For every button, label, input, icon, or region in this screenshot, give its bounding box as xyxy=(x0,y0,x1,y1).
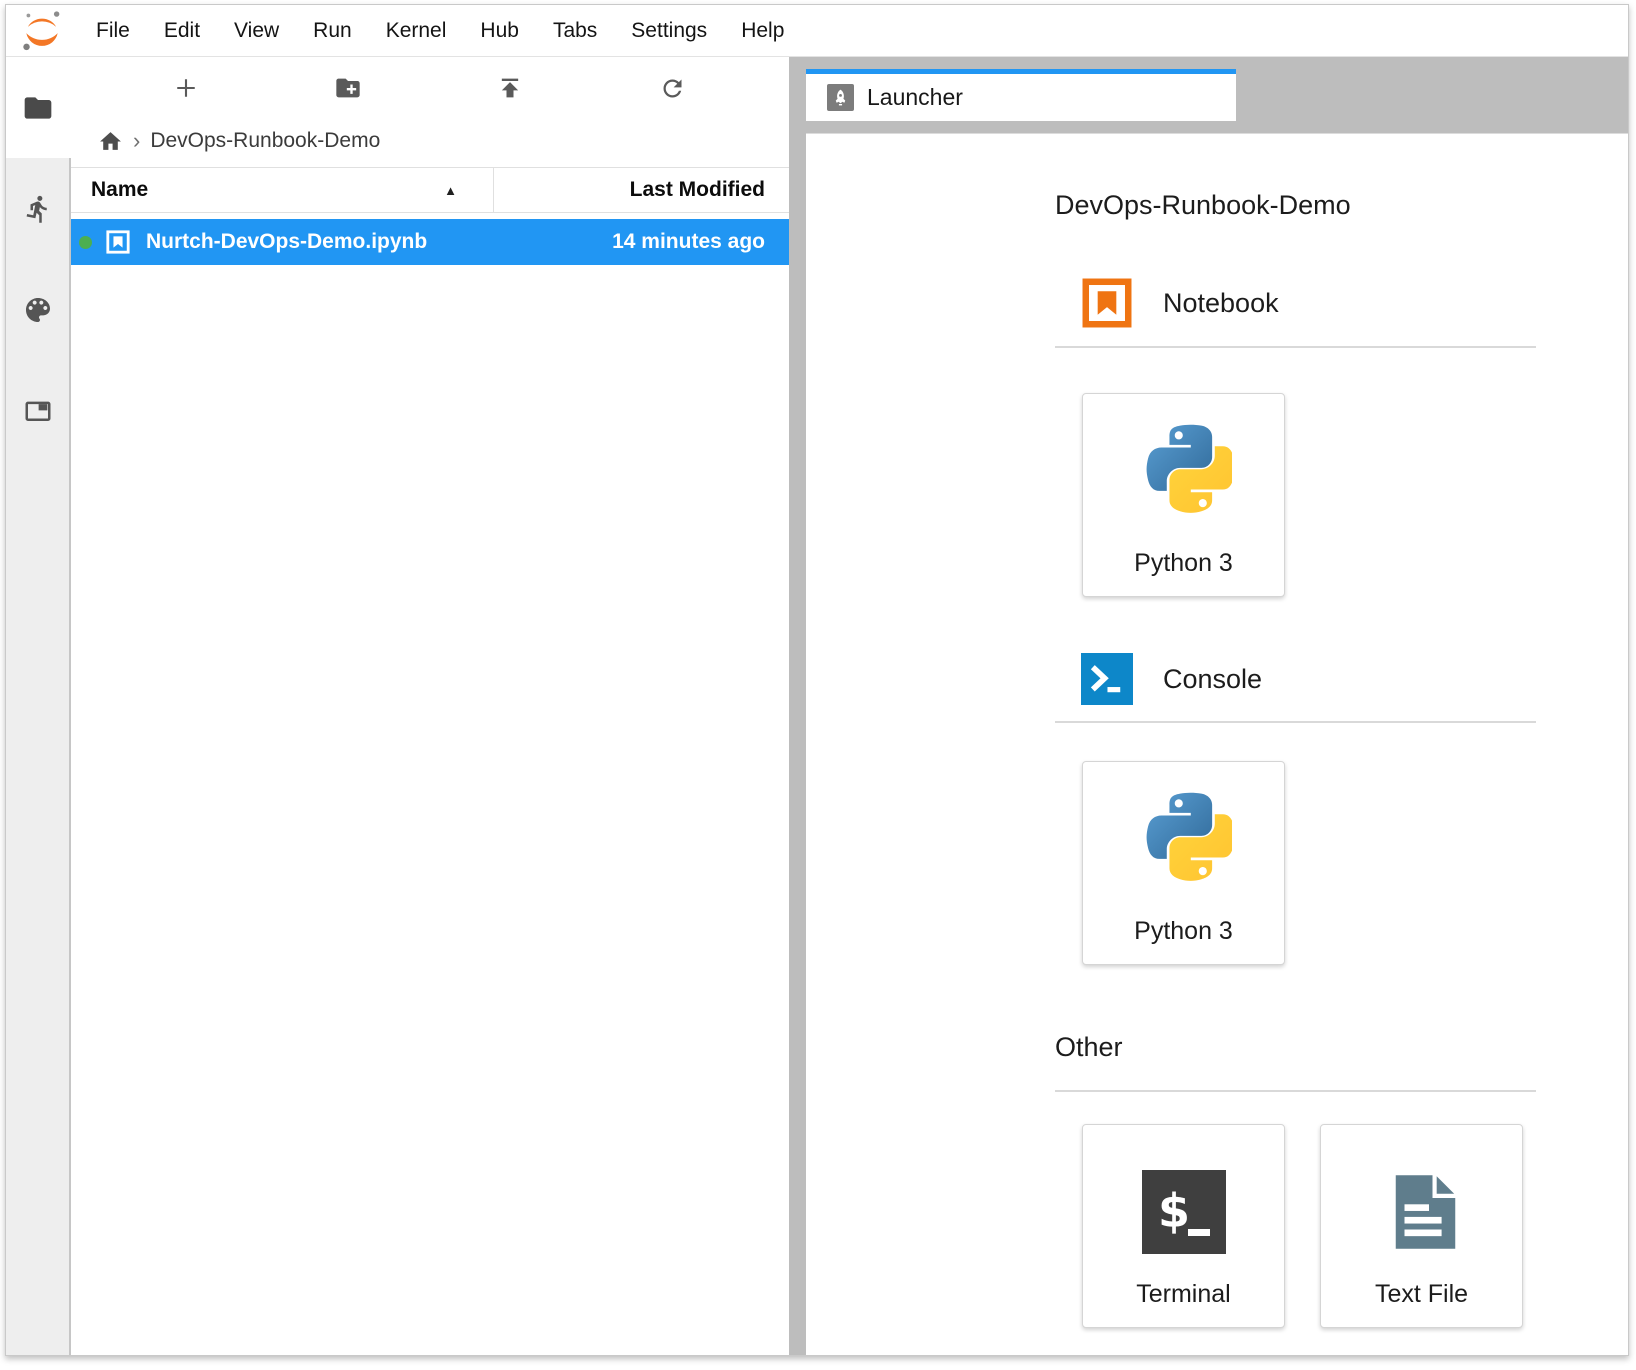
menu-tabs[interactable]: Tabs xyxy=(536,6,614,56)
menu-help[interactable]: Help xyxy=(724,6,801,56)
jupyter-logo-icon xyxy=(19,8,65,54)
tabs-icon xyxy=(23,396,53,426)
launcher-rocket-icon xyxy=(827,84,854,111)
palette-icon xyxy=(22,294,54,326)
menu-edit[interactable]: Edit xyxy=(147,6,217,56)
launcher-card-terminal[interactable]: $ Terminal xyxy=(1082,1124,1285,1328)
breadcrumb-folder[interactable]: DevOps-Runbook-Demo xyxy=(150,129,380,153)
plus-icon xyxy=(172,74,200,102)
menu-view[interactable]: View xyxy=(217,6,296,56)
breadcrumb: › DevOps-Runbook-Demo xyxy=(69,119,789,163)
section-divider xyxy=(1055,346,1536,348)
launcher-card-text-file[interactable]: Text File xyxy=(1320,1124,1523,1328)
notebook-icon xyxy=(1081,277,1133,329)
home-icon[interactable] xyxy=(98,129,123,154)
sidebar-divider xyxy=(69,158,71,1355)
launcher-cwd-title: DevOps-Runbook-Demo xyxy=(1055,186,1536,224)
sort-ascending-icon: ▲ xyxy=(444,183,493,198)
terminal-icon: $ xyxy=(1142,1170,1226,1254)
menu-bar: File Edit View Run Kernel Hub Tabs Setti… xyxy=(6,5,1628,57)
new-folder-button[interactable] xyxy=(267,74,429,102)
section-divider xyxy=(1055,721,1536,723)
sidebar-tab-open-tabs[interactable] xyxy=(6,360,69,461)
kernel-running-dot xyxy=(79,236,92,249)
file-browser-toolbar xyxy=(69,57,789,119)
dock-panel: Launcher DevOps-Runbook-Demo Notebook xyxy=(806,57,1628,1355)
console-icon xyxy=(1081,653,1133,705)
section-label-other: Other xyxy=(1055,1028,1536,1066)
running-person-icon xyxy=(23,194,53,224)
jupyterlab-window: File Edit View Run Kernel Hub Tabs Setti… xyxy=(5,4,1629,1356)
upload-button[interactable] xyxy=(429,74,591,102)
section-label-console: Console xyxy=(1163,664,1262,695)
left-sidebar xyxy=(6,57,69,1355)
folder-icon xyxy=(22,92,54,124)
section-label-notebook: Notebook xyxy=(1163,288,1279,319)
card-label: Python 3 xyxy=(1134,549,1233,578)
python-icon xyxy=(1135,791,1232,887)
new-folder-icon xyxy=(334,74,362,102)
sidebar-tab-running-sessions[interactable] xyxy=(6,158,69,259)
section-divider xyxy=(1055,1090,1536,1092)
text-file-icon xyxy=(1380,1170,1464,1254)
card-label: Python 3 xyxy=(1134,917,1233,946)
file-last-modified: 14 minutes ago xyxy=(612,230,789,254)
section-header-notebook: Notebook xyxy=(1055,277,1536,329)
tab-launcher[interactable]: Launcher xyxy=(806,69,1236,121)
file-name: Nurtch-DevOps-Demo.ipynb xyxy=(146,230,612,254)
refresh-button[interactable] xyxy=(591,75,753,102)
card-label: Terminal xyxy=(1136,1280,1230,1309)
file-row-selected[interactable]: Nurtch-DevOps-Demo.ipynb 14 minutes ago xyxy=(69,219,789,265)
section-header-console: Console xyxy=(1055,653,1536,705)
card-label: Text File xyxy=(1375,1280,1468,1309)
menu-run[interactable]: Run xyxy=(296,6,369,56)
tab-launcher-label: Launcher xyxy=(867,84,963,111)
menu-kernel[interactable]: Kernel xyxy=(369,6,464,56)
dock-tab-bar: Launcher xyxy=(806,57,1628,133)
menu-hub[interactable]: Hub xyxy=(463,6,536,56)
listing-header: Name ▲ Last Modified xyxy=(69,167,789,213)
column-header-name[interactable]: Name ▲ xyxy=(69,168,494,212)
svg-text:$: $ xyxy=(1158,1184,1190,1238)
file-browser-panel: › DevOps-Runbook-Demo Name ▲ Last Modifi… xyxy=(69,57,789,1355)
panel-splitter[interactable] xyxy=(789,57,806,1355)
breadcrumb-separator: › xyxy=(133,128,140,154)
python-icon xyxy=(1135,423,1232,519)
upload-icon xyxy=(496,74,524,102)
launcher-panel: DevOps-Runbook-Demo Notebook xyxy=(806,133,1628,1355)
column-header-last-modified[interactable]: Last Modified xyxy=(494,178,789,202)
main-body: › DevOps-Runbook-Demo Name ▲ Last Modifi… xyxy=(6,57,1628,1355)
new-launcher-button[interactable] xyxy=(105,74,267,102)
launcher-card-notebook-python3[interactable]: Python 3 xyxy=(1082,393,1285,597)
refresh-icon xyxy=(659,75,686,102)
launcher-card-console-python3[interactable]: Python 3 xyxy=(1082,761,1285,965)
name-column-label: Name xyxy=(91,178,148,202)
notebook-file-icon xyxy=(105,229,131,255)
sidebar-tab-file-browser[interactable] xyxy=(6,57,69,158)
menu-file[interactable]: File xyxy=(79,6,147,56)
sidebar-tab-command-palette[interactable] xyxy=(6,259,69,360)
menu-settings[interactable]: Settings xyxy=(614,6,724,56)
